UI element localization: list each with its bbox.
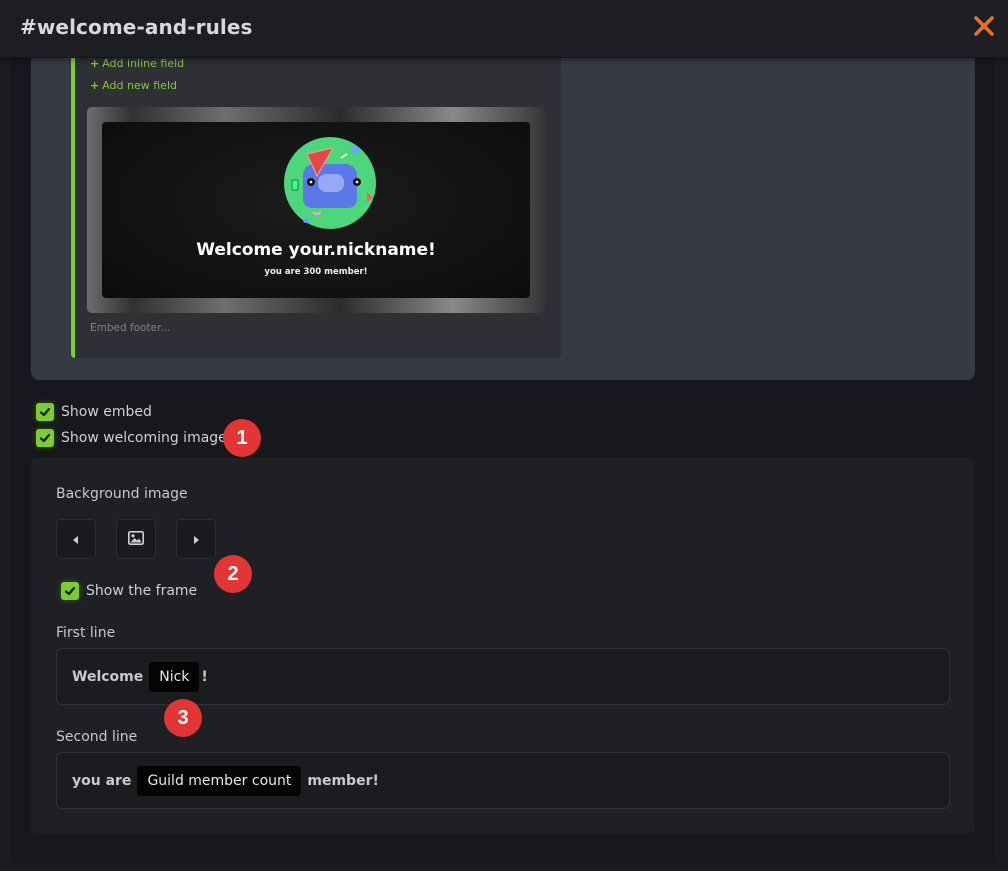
- modal-header: #welcome-and-rules: [0, 0, 1008, 58]
- caret-left-icon: [71, 530, 81, 549]
- add-new-field-label: Add new field: [102, 79, 177, 92]
- show-frame-label: Show the frame: [86, 583, 198, 599]
- first-line-suffix: !: [201, 668, 208, 685]
- member-count-variable-chip[interactable]: Guild member count: [137, 765, 302, 796]
- close-icon[interactable]: [972, 14, 996, 38]
- checkmark-icon[interactable]: [36, 403, 54, 421]
- previous-background-button[interactable]: [56, 519, 96, 559]
- background-image-label: Background image: [56, 486, 188, 502]
- second-line-input[interactable]: you are Guild member count member!: [56, 752, 950, 809]
- select-background-image-button[interactable]: [116, 519, 156, 559]
- welcome-headline: Welcome your.nickname!: [196, 240, 436, 260]
- show-embed-checkbox[interactable]: Show embed: [36, 403, 152, 421]
- show-welcoming-image-label: Show welcoming image: [61, 430, 227, 446]
- checkmark-icon[interactable]: [61, 582, 79, 600]
- avatar: [283, 136, 377, 230]
- channel-title: #welcome-and-rules: [20, 15, 253, 39]
- first-line-input[interactable]: Welcome Nick !: [56, 648, 950, 705]
- second-line-label: Second line: [56, 729, 138, 745]
- show-welcoming-image-checkbox[interactable]: Show welcoming image: [36, 429, 227, 447]
- first-line-label: First line: [56, 625, 116, 641]
- checkmark-icon[interactable]: [36, 429, 54, 447]
- annotation-badge-3: 3: [164, 699, 202, 737]
- first-line-prefix: Welcome: [72, 668, 144, 685]
- welcome-image-preview: Welcome your.nickname! you are 300 membe…: [87, 107, 545, 313]
- second-line-prefix: you are: [72, 772, 132, 789]
- second-line-suffix: member!: [307, 772, 379, 789]
- add-inline-field-label: Add inline field: [102, 57, 185, 70]
- add-inline-field-link[interactable]: + Add inline field: [90, 57, 184, 70]
- plus-icon: +: [90, 57, 100, 70]
- embed-footer-placeholder[interactable]: Embed footer...: [90, 322, 170, 334]
- show-embed-label: Show embed: [61, 404, 152, 420]
- caret-right-icon: [191, 530, 201, 549]
- show-frame-checkbox[interactable]: Show the frame: [61, 582, 197, 600]
- welcome-image-frame: Welcome your.nickname! you are 300 membe…: [102, 122, 530, 298]
- add-new-field-link[interactable]: + Add new field: [90, 79, 177, 92]
- plus-icon: +: [90, 79, 100, 92]
- nickname-variable-chip[interactable]: Nick: [149, 661, 200, 692]
- next-background-button[interactable]: [176, 519, 216, 559]
- image-icon: [128, 530, 144, 549]
- annotation-badge-1: 1: [223, 419, 261, 457]
- annotation-badge-2: 2: [214, 555, 252, 593]
- welcome-subline: you are 300 member!: [264, 267, 368, 277]
